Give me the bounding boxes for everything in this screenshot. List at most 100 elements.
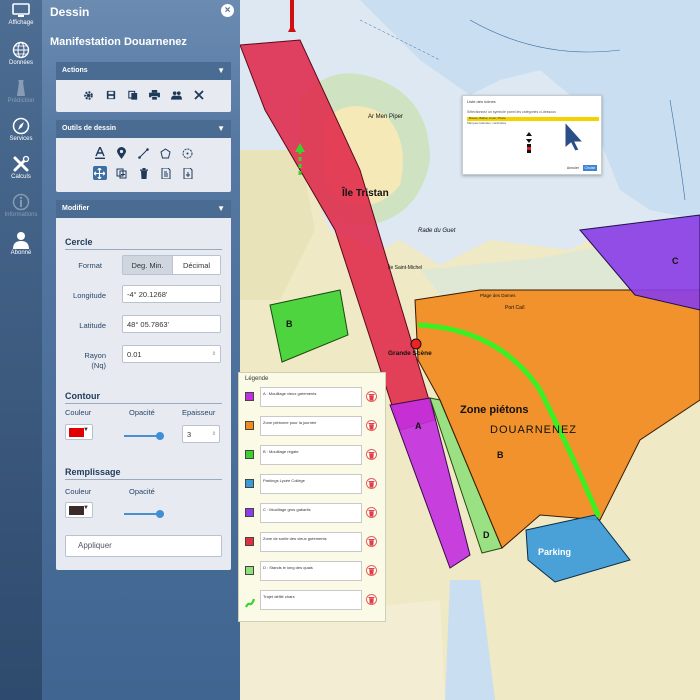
- thickness-input[interactable]: 3 ⇕: [182, 425, 220, 443]
- contour-color-picker[interactable]: ▼: [65, 424, 93, 440]
- legend-swatch[interactable]: [245, 450, 254, 459]
- slider-knob[interactable]: [156, 432, 164, 440]
- longitude-input[interactable]: -4° 20.1268': [122, 285, 221, 303]
- modifier-header[interactable]: Modifier ▼: [56, 200, 231, 218]
- rail-item-label: Données: [8, 60, 34, 66]
- label-ile-tristan: Île Tristan: [342, 188, 389, 199]
- trash-icon[interactable]: [366, 420, 377, 431]
- legend-text-input[interactable]: Trajet défilé chars: [260, 590, 362, 610]
- fill-color-picker[interactable]: ▼: [65, 502, 93, 518]
- label-parking: Parking: [538, 547, 572, 557]
- fill-opacity-slider[interactable]: [124, 510, 164, 518]
- apply-button[interactable]: Appliquer: [65, 535, 222, 557]
- line-tool-icon[interactable]: [137, 146, 151, 160]
- legend-item: B : Mouillage régate: [243, 445, 383, 467]
- actions-toolbar: [56, 80, 231, 102]
- rail-item-prediction[interactable]: Prédiction: [0, 79, 42, 117]
- trash-icon[interactable]: [366, 391, 377, 402]
- chevron-down-icon: ▼: [217, 66, 225, 75]
- dialog-ok-button[interactable]: Choisir: [583, 165, 597, 171]
- legend-swatch[interactable]: [245, 392, 254, 401]
- latitude-input[interactable]: 48° 05.7863': [122, 315, 221, 333]
- legend-item: Zone de sortie des vieux gréements: [243, 532, 383, 554]
- chevron-down-icon: ▼: [217, 124, 225, 133]
- stepper-icon[interactable]: ⇕: [212, 346, 216, 363]
- copy-icon[interactable]: [126, 88, 140, 102]
- stage-marker[interactable]: [410, 338, 422, 350]
- actions-box: Actions ▼: [56, 62, 231, 112]
- text-tool-icon[interactable]: [93, 146, 107, 160]
- stepper-icon[interactable]: ⇕: [212, 426, 216, 443]
- legend-swatch[interactable]: [245, 537, 254, 546]
- rail-item-affichage[interactable]: Affichage: [0, 3, 42, 41]
- legend-item: Trajet défilé chars: [243, 590, 383, 612]
- slider-knob[interactable]: [156, 510, 164, 518]
- contour-opacity-slider[interactable]: [124, 432, 164, 440]
- legend-swatch[interactable]: [245, 566, 254, 575]
- legend-item: A : Mouillage vieux gréements: [243, 387, 383, 409]
- rail-item-abonne[interactable]: Abonné: [0, 231, 42, 269]
- legend-text-input[interactable]: B : Mouillage régate: [260, 445, 362, 465]
- close-icon[interactable]: [192, 88, 206, 102]
- gear-icon[interactable]: [82, 88, 96, 102]
- rail-item-services[interactable]: Services: [0, 117, 42, 155]
- legend-text-input[interactable]: A : Mouillage vieux gréements: [260, 387, 362, 407]
- move-tool-icon[interactable]: [92, 166, 107, 180]
- export-tool-icon[interactable]: [181, 166, 195, 180]
- legend-item: Parkings Lycée Collège: [243, 474, 383, 496]
- legend-text-input[interactable]: Parkings Lycée Collège: [260, 474, 362, 494]
- label-zone-d: D: [483, 530, 490, 540]
- trash-icon[interactable]: [366, 594, 377, 605]
- left-nav-rail: Affichage Données Prédiction Services Calcul…: [0, 0, 42, 700]
- dialog-title: Liste des icônes: [467, 99, 496, 104]
- contour-section-title: Contour: [65, 391, 100, 401]
- rail-item-calculs[interactable]: Calculs: [0, 155, 42, 193]
- dialog-cancel-button[interactable]: Annuler: [567, 166, 579, 170]
- trash-icon[interactable]: [366, 565, 377, 576]
- legend-text-input[interactable]: C : Mouillage gros gabarits: [260, 503, 362, 523]
- legend-text-input[interactable]: D : Stands le long des quais: [260, 561, 362, 581]
- trash-icon[interactable]: [366, 478, 377, 489]
- legend-panel: Légende A : Mouillage vieux gréements Zon…: [238, 372, 386, 622]
- legend-swatch[interactable]: [245, 479, 254, 488]
- close-panel-icon[interactable]: ×: [221, 4, 234, 17]
- dialog-description: Sélectionnez un symbole parmi les catégo…: [467, 110, 556, 114]
- monitor-icon: [0, 3, 42, 19]
- label-grande-scene: Grande Scène: [388, 350, 432, 357]
- duplicate-tool-icon[interactable]: [115, 166, 129, 180]
- legend-swatch[interactable]: [245, 421, 254, 430]
- rail-item-label: Abonné: [10, 250, 32, 256]
- trash-icon[interactable]: [366, 536, 377, 547]
- marker-tool-icon[interactable]: [115, 146, 129, 160]
- trash-icon[interactable]: [366, 507, 377, 518]
- format-option-degmin[interactable]: Deg. Min.: [123, 256, 172, 274]
- label-rade-du-guet: Rade du Guet: [418, 228, 456, 234]
- globe-icon: [0, 41, 42, 59]
- divider: [65, 249, 222, 250]
- legend-title: Légende: [245, 376, 269, 382]
- actions-header[interactable]: Actions ▼: [56, 62, 231, 80]
- legend-text-input[interactable]: Zone piétonne pour la journée: [260, 416, 362, 436]
- format-option-decimal[interactable]: Décimal: [171, 256, 220, 274]
- label-ile-saint-michel: Île Saint-Michel: [388, 265, 423, 271]
- share-users-icon[interactable]: [170, 88, 184, 102]
- route-swatch-icon[interactable]: [245, 595, 256, 608]
- cardinal-buoy-icon[interactable]: [525, 132, 533, 154]
- rail-item-informations[interactable]: Informations: [0, 193, 42, 231]
- polygon-tool-icon[interactable]: [159, 146, 173, 160]
- label-zone-a: A: [415, 421, 422, 431]
- category-sub: Marques latérales, cardinales: [467, 121, 507, 125]
- trash-icon[interactable]: [366, 449, 377, 460]
- rail-item-donnees[interactable]: Données: [0, 41, 42, 79]
- import-tool-icon[interactable]: [159, 166, 173, 180]
- legend-swatch[interactable]: [245, 508, 254, 517]
- color-swatch: [69, 428, 84, 437]
- radius-input[interactable]: 0.01 ⇕: [122, 345, 221, 363]
- print-icon[interactable]: [148, 88, 162, 102]
- delete-tool-icon[interactable]: [137, 166, 151, 180]
- circle-tool-icon[interactable]: [181, 146, 195, 160]
- legend-text-input[interactable]: Zone de sortie des vieux gréements: [260, 532, 362, 552]
- drawing-tools-header[interactable]: Outils de dessin ▼: [56, 120, 231, 138]
- rail-item-label: Affichage: [8, 20, 34, 26]
- save-icon[interactable]: [104, 88, 118, 102]
